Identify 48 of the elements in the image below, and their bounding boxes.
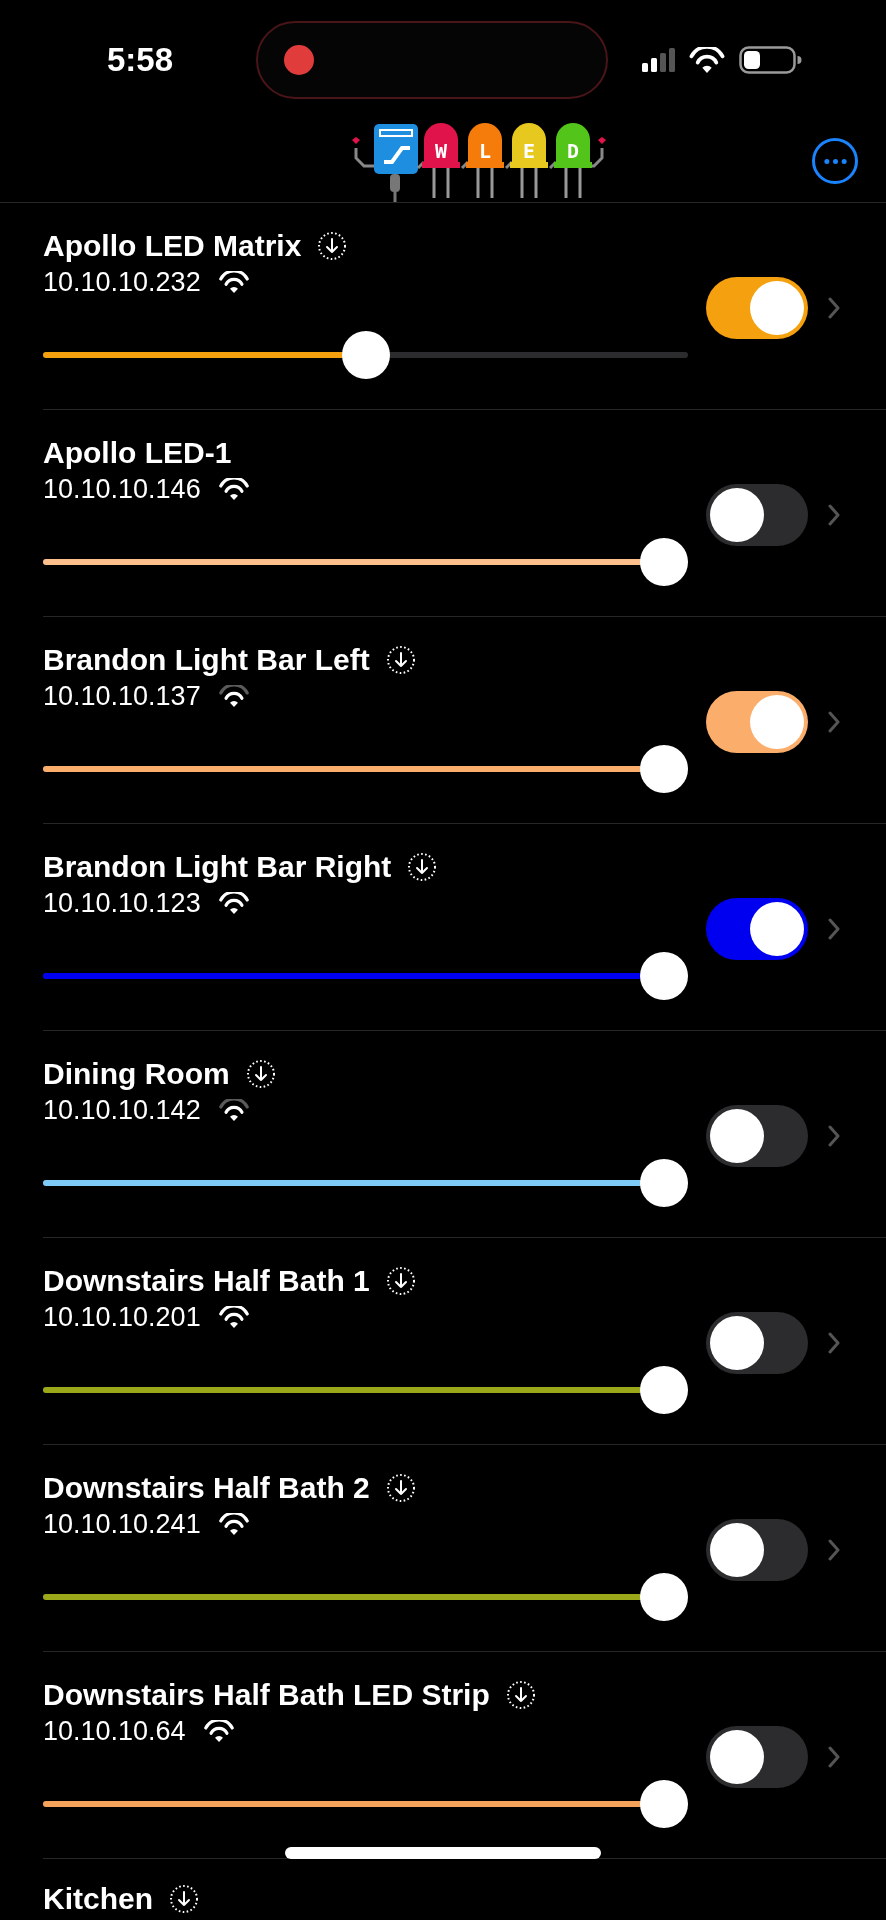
ip-address: 10.10.10.137 [43,680,201,712]
device-name: Kitchen [43,1882,153,1916]
ip-address: 10.10.10.241 [43,1508,201,1540]
slider-thumb[interactable] [640,1159,688,1207]
brightness-slider[interactable] [43,1159,688,1207]
more-button[interactable] [812,138,858,184]
chevron-icon [828,1331,840,1354]
ellipsis-icon [823,158,847,164]
wifi-icon [689,46,725,74]
chevron-icon [828,1538,840,1561]
brightness-slider[interactable] [43,1366,688,1414]
brightness-slider[interactable] [43,952,688,1000]
ip-address: 10.10.10.64 [43,1715,186,1747]
battery-icon [739,46,802,74]
device-name: Dining Room [43,1057,230,1091]
slider-thumb[interactable] [640,952,688,1000]
ip-address: 10.10.10.123 [43,887,201,919]
device-name: Apollo LED Matrix [43,229,302,263]
chevron-icon [828,296,840,319]
device-name: Brandon Light Bar Left [43,643,370,677]
slider-thumb[interactable] [640,1366,688,1414]
brightness-slider[interactable] [43,745,688,793]
device-name: Downstairs Half Bath LED Strip [43,1678,490,1712]
chevron-icon [828,1745,840,1768]
cellular-signal-icon [642,48,675,72]
slider-thumb[interactable] [640,745,688,793]
slider-thumb[interactable] [640,1780,688,1828]
device-name: Downstairs Half Bath 1 [43,1264,370,1298]
slider-thumb[interactable] [640,1573,688,1621]
brightness-slider[interactable] [43,331,688,379]
slider-thumb[interactable] [341,331,390,379]
status-time: 5:58 [105,41,175,79]
brightness-slider[interactable] [43,1780,688,1828]
chevron-icon [828,710,840,733]
chevron-icon [828,917,840,940]
chevron-icon [828,1124,840,1147]
device-name: Apollo LED-1 [43,436,232,470]
chevron-icon [828,503,840,526]
device-name: Downstairs Half Bath 2 [43,1471,370,1505]
ip-address: 10.10.10.146 [43,473,201,505]
ip-address: 10.10.10.142 [43,1094,201,1126]
brightness-slider[interactable] [43,1573,688,1621]
ip-address: 10.10.10.201 [43,1301,201,1333]
brightness-slider[interactable] [43,538,688,586]
slider-thumb[interactable] [640,538,688,586]
ip-address: 10.10.10.232 [43,266,201,298]
logo-drawing: W L E D [343,118,610,204]
device-name: Brandon Light Bar Right [43,850,392,884]
